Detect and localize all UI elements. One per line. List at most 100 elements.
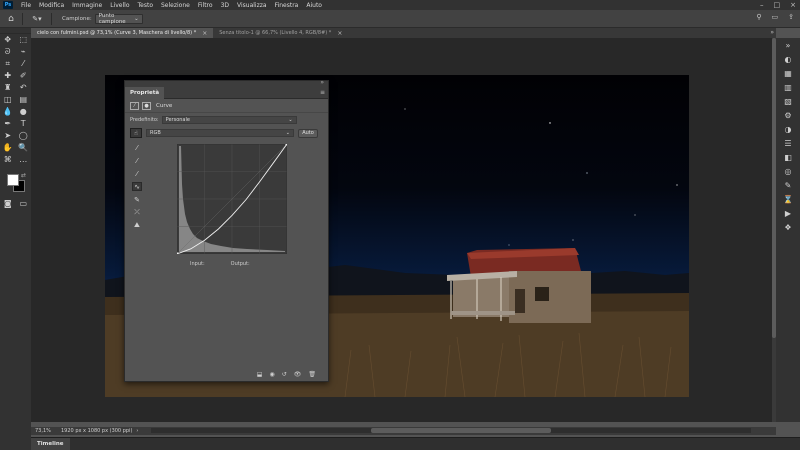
clip-to-layer-icon[interactable]: ⬓ bbox=[257, 371, 263, 378]
gradients-icon[interactable]: ▥ bbox=[776, 80, 800, 94]
document-tab-active[interactable]: cielo con fulmini.psd @ 73,1% (Curve 3, … bbox=[31, 28, 214, 38]
black-point-eyedropper-icon[interactable]: ⁄ bbox=[132, 143, 142, 152]
panel-menu-icon[interactable]: ≡ bbox=[320, 89, 325, 96]
document-tab[interactable]: Senza titolo-1 @ 66,7% (Livello 4, RGB/8… bbox=[213, 28, 349, 38]
healing-brush-tool-icon[interactable]: ✚ bbox=[2, 71, 14, 82]
curve-white-point[interactable] bbox=[285, 144, 288, 146]
move-tool-icon[interactable]: ✥ bbox=[2, 35, 14, 46]
layer-comps-icon[interactable]: ❖ bbox=[776, 220, 800, 234]
menu-3d[interactable]: 3D bbox=[217, 2, 233, 9]
foreground-color-swatch[interactable] bbox=[7, 174, 19, 186]
menu-livello[interactable]: Livello bbox=[106, 2, 133, 9]
menu-visualizza[interactable]: Visualizza bbox=[233, 2, 271, 9]
eyedropper-tool-icon[interactable]: ⁄ bbox=[17, 59, 29, 70]
preset-select[interactable]: Personale ⌄ bbox=[161, 116, 297, 124]
menu-modifica[interactable]: Modifica bbox=[35, 2, 68, 9]
libraries-icon[interactable]: ☰ bbox=[776, 136, 800, 150]
maximize-button[interactable]: □ bbox=[774, 1, 781, 9]
layer-mask-icon[interactable]: ● bbox=[142, 101, 151, 110]
scrollbar-thumb[interactable] bbox=[371, 428, 551, 433]
menu-filtro[interactable]: Filtro bbox=[194, 2, 217, 9]
preset-row: Predefinito: Personale ⌄ bbox=[130, 116, 297, 124]
targeted-adjustment-icon[interactable]: ☝ bbox=[130, 128, 142, 138]
close-window-button[interactable]: × bbox=[790, 1, 796, 9]
document-tab-title: cielo con fulmini.psd @ 73,1% (Curve 3, … bbox=[37, 30, 197, 36]
pen-tool-icon[interactable]: ✒ bbox=[2, 119, 14, 130]
screen-mode-icon[interactable]: ▭ bbox=[17, 199, 29, 210]
paths-icon[interactable]: ✎ bbox=[776, 178, 800, 192]
menu-immagine[interactable]: Immagine bbox=[68, 2, 106, 9]
tab-properties[interactable]: Proprietà bbox=[125, 86, 165, 99]
color-icon[interactable]: ◐ bbox=[776, 52, 800, 66]
sample-select-value: Punto campione bbox=[98, 12, 126, 25]
curve-black-point[interactable] bbox=[177, 252, 179, 255]
swatches-icon[interactable]: ▦ bbox=[776, 66, 800, 80]
grip-icon[interactable]: » bbox=[776, 38, 800, 52]
white-point-eyedropper-icon[interactable]: ⁄ bbox=[132, 169, 142, 178]
history-brush-tool-icon[interactable]: ↶ bbox=[17, 83, 29, 94]
tab-timeline[interactable]: Timeline bbox=[31, 438, 70, 450]
path-selection-tool-icon[interactable]: ➤ bbox=[2, 131, 14, 142]
pencil-curve-icon[interactable]: ✎ bbox=[132, 195, 142, 204]
horizontal-scrollbar[interactable] bbox=[151, 428, 751, 433]
patterns-icon[interactable]: ▧ bbox=[776, 94, 800, 108]
menu-aiuto[interactable]: Aiuto bbox=[302, 2, 326, 9]
visibility-eye-icon[interactable]: 👁 bbox=[294, 371, 302, 378]
properties-icon[interactable]: ⚙ bbox=[776, 108, 800, 122]
share-icon[interactable]: ⇪ bbox=[788, 13, 794, 21]
marquee-tool-icon[interactable]: ⬚ bbox=[17, 35, 29, 46]
gray-point-eyedropper-icon[interactable]: ⁄ bbox=[132, 156, 142, 165]
cabin bbox=[447, 248, 591, 323]
menu-selezione[interactable]: Selezione bbox=[157, 2, 194, 9]
workspace-icon[interactable]: ▭ bbox=[772, 13, 779, 21]
quick-mask-icon[interactable]: ◙ bbox=[2, 199, 14, 210]
minimize-button[interactable]: – bbox=[760, 1, 764, 9]
crop-tool-icon[interactable]: ⌗ bbox=[2, 59, 14, 70]
lasso-tool-icon[interactable]: ᘐ bbox=[2, 47, 14, 58]
color-sampler-tool-icon[interactable]: ✎▾ bbox=[27, 13, 47, 25]
close-icon[interactable]: × bbox=[202, 30, 207, 37]
swap-colors-icon[interactable]: ⇄ bbox=[21, 172, 26, 179]
curve-point-tool-icon[interactable]: ∿ bbox=[132, 182, 142, 191]
search-icon[interactable]: ⚲ bbox=[756, 13, 761, 21]
blur-tool-icon[interactable]: 💧 bbox=[2, 107, 14, 118]
type-tool-icon[interactable]: T bbox=[17, 119, 29, 130]
chevron-right-icon[interactable]: › bbox=[136, 428, 138, 434]
sample-label: Campione: bbox=[62, 15, 92, 22]
eraser-tool-icon[interactable]: ◫ bbox=[2, 95, 14, 106]
toolbar-footer bbox=[0, 422, 31, 450]
trash-icon[interactable]: 🗑 bbox=[308, 371, 316, 378]
clipping-warning-icon[interactable]: ⛰ bbox=[132, 221, 142, 230]
clone-stamp-tool-icon[interactable]: ♜ bbox=[2, 83, 14, 94]
zoom-level[interactable]: 73,1% bbox=[35, 428, 57, 434]
home-icon[interactable]: ⌂ bbox=[4, 12, 18, 26]
smooth-curve-icon[interactable]: ⤫ bbox=[132, 208, 142, 217]
menu-file[interactable]: File bbox=[17, 2, 35, 9]
quick-select-tool-icon[interactable]: ⌁ bbox=[17, 47, 29, 58]
view-previous-icon[interactable]: ◉ bbox=[269, 371, 274, 378]
layers-icon[interactable]: ◧ bbox=[776, 150, 800, 164]
reset-icon[interactable]: ↺ bbox=[282, 371, 287, 378]
collapse-panel-icon[interactable]: » bbox=[320, 79, 324, 86]
actions-icon[interactable]: ▶ bbox=[776, 206, 800, 220]
history-icon[interactable]: ⌛ bbox=[776, 192, 800, 206]
dodge-tool-icon[interactable]: ● bbox=[17, 107, 29, 118]
curves-adjustment-icon[interactable]: ⁄ bbox=[130, 101, 139, 110]
close-icon[interactable]: × bbox=[337, 30, 342, 37]
zoom-tool-icon[interactable]: 🔍 bbox=[17, 143, 29, 154]
gradient-tool-icon[interactable]: ▤ bbox=[17, 95, 29, 106]
frame-tool-icon[interactable]: ⌘ bbox=[2, 155, 14, 166]
tab-overflow-icon[interactable]: » bbox=[770, 29, 774, 36]
auto-button[interactable]: Auto bbox=[298, 128, 318, 138]
sample-select[interactable]: Punto campione ⌄ bbox=[94, 12, 143, 25]
ellipse-tool-icon[interactable]: ◯ bbox=[17, 131, 29, 142]
adjustments-icon[interactable]: ◑ bbox=[776, 122, 800, 136]
menu-finestra[interactable]: Finestra bbox=[271, 2, 303, 9]
more-tools-icon[interactable]: … bbox=[17, 155, 29, 166]
curves-graph[interactable] bbox=[177, 144, 287, 254]
channel-select[interactable]: RGB ⌄ bbox=[146, 129, 294, 137]
channels-icon[interactable]: ◎ bbox=[776, 164, 800, 178]
menu-testo[interactable]: Testo bbox=[134, 2, 158, 9]
hand-tool-icon[interactable]: ✋ bbox=[2, 143, 14, 154]
brush-tool-icon[interactable]: ✐ bbox=[17, 71, 29, 82]
